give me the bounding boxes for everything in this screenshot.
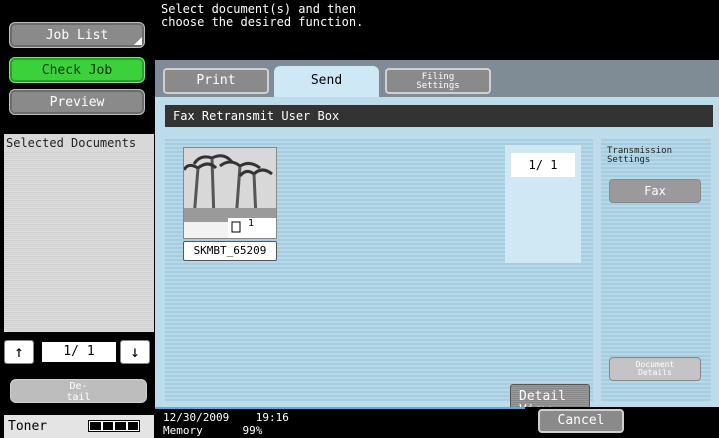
arrow-up-icon[interactable]: ↑: [4, 340, 34, 364]
tab-send[interactable]: Send: [274, 66, 379, 97]
toner-level-icon: [88, 420, 140, 432]
fax-label: Fax: [644, 184, 666, 198]
tab-bar: Print Send Filing Settings: [155, 60, 719, 97]
job-list-button[interactable]: Job List: [9, 22, 145, 48]
page-indicator: 1/ 1: [511, 153, 575, 177]
cancel-label: Cancel: [557, 413, 605, 428]
tab-print-label: Print: [196, 73, 236, 88]
instruction-message: Select document(s) and then choose the d…: [161, 2, 364, 29]
status-bar: 12/30/2009 19:16 Memory 99% Cancel: [155, 407, 719, 438]
left-panel: Job List Check Job Preview Selected Docu…: [0, 0, 155, 438]
job-list-label: Job List: [45, 28, 109, 43]
detail-button[interactable]: De- tail: [10, 379, 147, 403]
transmission-settings-title: Transmission Settings: [607, 146, 673, 165]
toner-label: Toner: [8, 419, 48, 434]
document-thumbnail[interactable]: 1: [183, 147, 277, 239]
document-name[interactable]: SKMBT_65209: [183, 241, 277, 261]
footer-divider: [155, 407, 525, 409]
cancel-button[interactable]: Cancel: [538, 409, 624, 433]
page-column: 1/ 1: [505, 145, 581, 263]
detail-label: De- tail: [66, 381, 91, 403]
toner-status: Toner: [4, 415, 154, 438]
page-count: 1: [248, 218, 255, 229]
preview-label: Preview: [49, 95, 105, 110]
selected-documents-list: Selected Documents: [4, 134, 154, 332]
main-panel: Fax Retransmit User Box 1 SKMBT_65209 1/…: [155, 97, 719, 424]
datetime-memory: 12/30/2009 19:16 Memory 99%: [163, 411, 289, 437]
tab-print[interactable]: Print: [163, 68, 269, 94]
tab-filing-label: Filing Settings: [416, 72, 460, 91]
tab-filing-settings[interactable]: Filing Settings: [385, 68, 491, 94]
palm-trees-image: [184, 148, 276, 238]
transmission-settings-panel: Transmission Settings Fax Document Detai…: [601, 139, 711, 401]
selected-documents-title: Selected Documents: [4, 134, 154, 152]
message-area: Select document(s) and then choose the d…: [155, 0, 719, 60]
check-job-label: Check Job: [41, 63, 113, 78]
document-area: 1 SKMBT_65209 1/ 1 Detail View: [165, 139, 593, 424]
tab-send-label: Send: [310, 73, 343, 88]
box-title: Fax Retransmit User Box: [165, 105, 713, 127]
corner-icon: [134, 37, 142, 45]
document-details-label: Document Details: [635, 360, 675, 377]
fax-button[interactable]: Fax: [609, 179, 701, 203]
arrow-down-icon[interactable]: ↓: [120, 340, 150, 364]
check-job-button[interactable]: Check Job: [9, 57, 145, 83]
selected-pager: ↑ 1/ 1 ↓: [4, 332, 154, 372]
pager-text: 1/ 1: [42, 342, 116, 362]
preview-button[interactable]: Preview: [9, 89, 145, 115]
document-details-button[interactable]: Document Details: [609, 357, 701, 381]
